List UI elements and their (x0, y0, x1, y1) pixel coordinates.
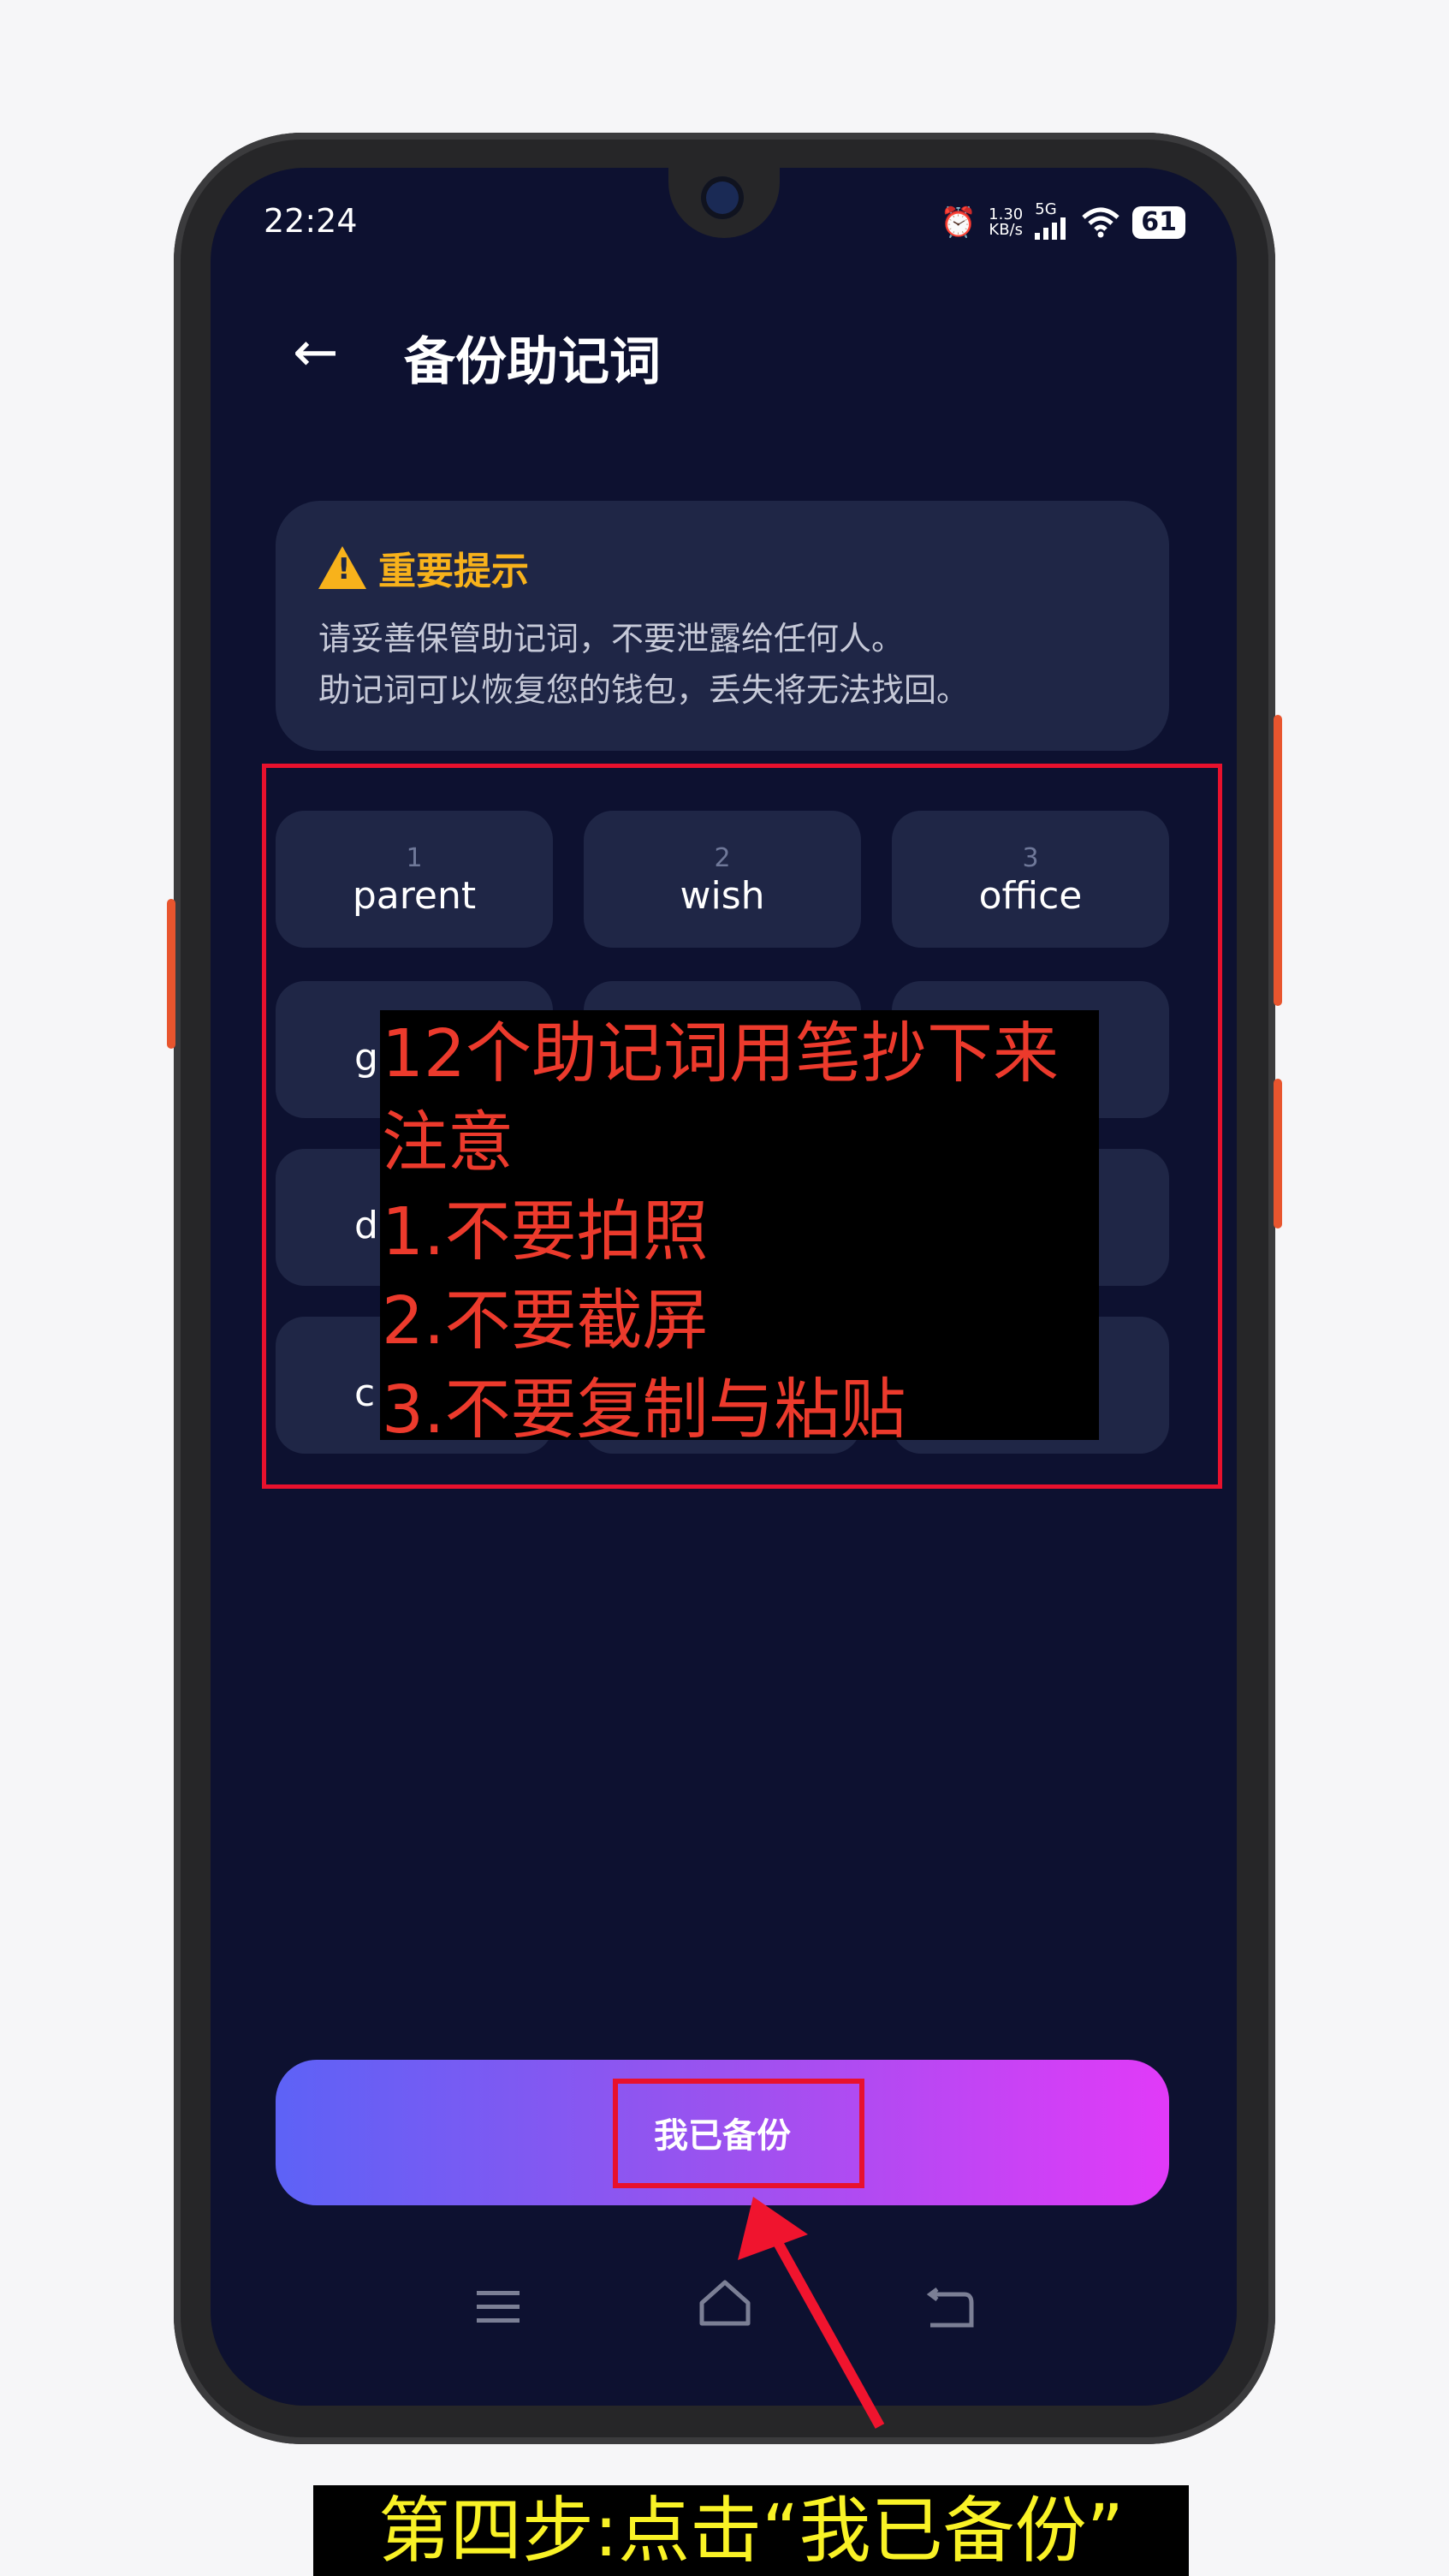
network-type: 5G (1035, 202, 1069, 243)
alarm-icon: ⏰ (940, 205, 977, 240)
power-button (1274, 715, 1282, 1006)
important-notice-card: ! 重要提示 请妥善保管助记词，不要泄露给任何人。 助记词可以恢复您的钱包，丢失… (276, 501, 1169, 751)
status-bar: 22:24 ⏰ 1.30 KB/s 5G 61 (264, 202, 1185, 253)
notice-header: ! 重要提示 (318, 540, 529, 595)
network-speed: 1.30 KB/s (989, 207, 1023, 238)
back-icon[interactable] (925, 2287, 977, 2330)
network-type-label: 5G (1035, 200, 1057, 218)
step-caption: 第四步:点击“我已备份” (313, 2485, 1189, 2576)
menu-icon[interactable] (473, 2287, 523, 2327)
side-button (1274, 1079, 1282, 1229)
status-right: ⏰ 1.30 KB/s 5G 61 (941, 202, 1185, 243)
button-highlight-box (613, 2079, 864, 2188)
notice-line-1: 请妥善保管助记词，不要泄露给任何人。 (318, 620, 905, 657)
volume-button (167, 899, 175, 1049)
system-nav-bar (211, 2274, 1237, 2359)
battery-level: 61 (1132, 206, 1185, 239)
home-icon[interactable] (697, 2276, 753, 2329)
overlay-line-3: 1.不要拍照 (382, 1194, 709, 1270)
overlay-line-2: 注意 (382, 1105, 514, 1181)
phone-screen: 22:24 ⏰ 1.30 KB/s 5G 61 ← 备份助记词 ! 重要提示 请… (211, 168, 1237, 2406)
arrow-left-icon[interactable]: ← (293, 325, 339, 380)
page-title: 备份助记词 (404, 332, 661, 392)
notice-title: 重要提示 (378, 550, 529, 593)
warning-icon: ! (318, 546, 366, 589)
app-header: ← 备份助记词 (211, 313, 1237, 399)
notice-line-2: 助记词可以恢复您的钱包，丢失将无法找回。 (318, 671, 970, 709)
signal-icon (1035, 217, 1066, 240)
wifi-icon (1082, 207, 1119, 238)
network-speed-unit: KB/s (989, 221, 1024, 239)
instruction-overlay: 12个助记词用笔抄下来 注意 1.不要拍照 2.不要截屏 3.不要复制与粘贴 (380, 1010, 1099, 1449)
status-time: 22:24 (264, 202, 358, 240)
overlay-line-4: 2.不要截屏 (382, 1283, 709, 1359)
overlay-line-5: 3.不要复制与粘贴 (382, 1372, 906, 1449)
overlay-line-1: 12个助记词用笔抄下来 (382, 1016, 1059, 1092)
